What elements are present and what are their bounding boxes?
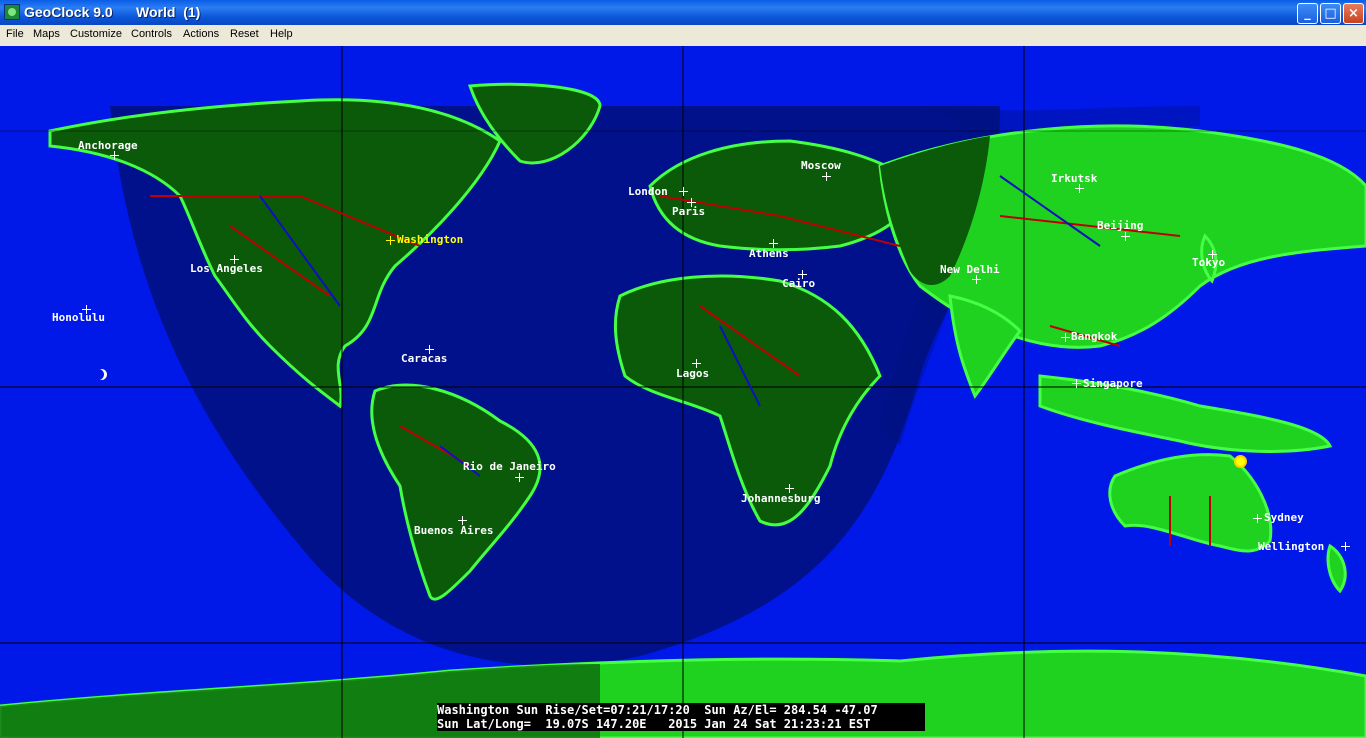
city-label-anchorage[interactable]: Anchorage [78,139,138,152]
city-marker [1061,333,1070,342]
menu-actions[interactable]: Actions [183,28,219,40]
menu-bar: File Maps Customize Controls Actions Res… [0,25,1366,47]
city-label-lagos[interactable]: Lagos [676,367,709,380]
city-marker [972,275,981,284]
close-button[interactable]: × [1343,3,1364,24]
city-label-irkutsk[interactable]: Irkutsk [1051,172,1097,185]
window-title: GeoClock 9.0 World (1) [24,4,201,20]
sun-icon [1236,457,1245,466]
city-marker [1341,542,1350,551]
city-marker [1121,232,1130,241]
city-marker [679,187,688,196]
city-label-cairo[interactable]: Cairo [782,277,815,290]
city-label-wellington[interactable]: Wellington [1258,540,1324,553]
city-marker [1072,379,1081,388]
title-bar[interactable]: GeoClock 9.0 World (1) _ □ × [0,0,1366,25]
city-label-bangkok[interactable]: Bangkok [1071,330,1117,343]
city-label-los-angeles[interactable]: Los Angeles [190,262,263,275]
menu-help[interactable]: Help [270,28,293,40]
city-label-athens[interactable]: Athens [749,247,789,260]
city-label-singapore[interactable]: Singapore [1083,377,1143,390]
city-marker [822,172,831,181]
status-line-sun-lat-long: Sun Lat/Long= 19.07S 147.20E 2015 Jan 24… [437,717,925,731]
city-marker [1253,514,1262,523]
menu-customize[interactable]: Customize [70,28,122,40]
city-marker [515,473,524,482]
moon-icon [93,369,107,380]
minimize-button[interactable]: _ [1297,3,1318,24]
city-label-tokyo[interactable]: Tokyo [1192,256,1225,269]
globe-icon[interactable] [4,4,20,20]
city-label-sydney[interactable]: Sydney [1264,511,1304,524]
city-label-moscow[interactable]: Moscow [801,159,841,172]
city-label-rio-de-janeiro[interactable]: Rio de Janeiro [463,460,556,473]
city-label-buenos-aires[interactable]: Buenos Aires [414,524,493,537]
menu-maps[interactable]: Maps [33,28,60,40]
city-marker [110,151,119,160]
city-label-caracas[interactable]: Caracas [401,352,447,365]
land-new-zealand [1326,543,1347,594]
menu-controls[interactable]: Controls [131,28,172,40]
menu-reset[interactable]: Reset [230,28,259,40]
city-label-beijing[interactable]: Beijing [1097,219,1143,232]
land-australia [1108,453,1273,553]
maximize-button[interactable]: □ [1320,3,1341,24]
world-map[interactable]: Anchorage Washington Los Angeles Honolul… [0,46,1366,738]
geoclock-window: GeoClock 9.0 World (1) _ □ × File Maps C… [0,0,1366,738]
city-label-london[interactable]: London [628,185,668,198]
menu-file[interactable]: File [6,28,24,40]
city-label-new-delhi[interactable]: New Delhi [940,263,1000,276]
city-label-washington[interactable]: Washington [397,233,463,246]
status-line-sun-rise-set: Washington Sun Rise/Set=07:21/17:20 Sun … [437,703,925,717]
city-label-honolulu[interactable]: Honolulu [52,311,105,324]
city-label-paris[interactable]: Paris [672,205,705,218]
city-marker [1075,184,1084,193]
city-marker [386,236,395,245]
city-label-johannesburg[interactable]: Johannesburg [741,492,820,505]
map-graphic [0,46,1366,738]
